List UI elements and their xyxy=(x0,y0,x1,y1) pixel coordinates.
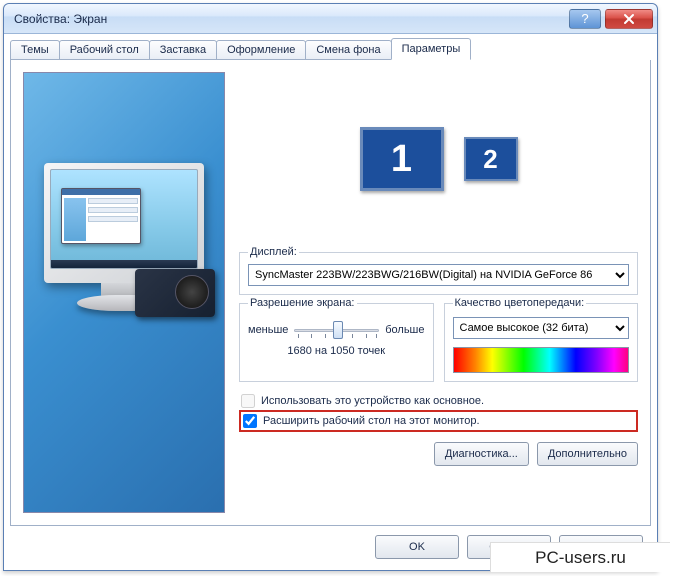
dialog-window: Свойства: Экран ? Темы Рабочий стол Заст… xyxy=(3,3,658,571)
color-quality-select[interactable]: Самое высокое (32 бита) xyxy=(453,317,630,339)
window-title: Свойства: Экран xyxy=(14,12,565,26)
monitor-1[interactable]: 1 xyxy=(360,127,444,191)
tab-settings[interactable]: Параметры xyxy=(391,38,472,60)
extend-desktop-label: Расширить рабочий стол на этот монитор. xyxy=(263,415,480,427)
use-as-primary-row[interactable]: Использовать это устройство как основное… xyxy=(239,392,638,410)
monitor-2[interactable]: 2 xyxy=(464,137,518,181)
ok-button[interactable]: OK xyxy=(375,535,459,559)
resolution-less-label: меньше xyxy=(248,324,288,336)
titlebar: Свойства: Экран ? xyxy=(4,4,657,34)
close-icon xyxy=(623,13,635,25)
settings-pane: 1 2 Дисплей: SyncMaster 223BW/223BWG/216… xyxy=(239,72,638,513)
display-group: Дисплей: SyncMaster 223BW/223BWG/216BW(D… xyxy=(239,246,638,295)
tab-themes[interactable]: Темы xyxy=(10,40,60,60)
gpu-card-icon xyxy=(135,269,215,317)
display-label: Дисплей: xyxy=(248,246,299,258)
advanced-button[interactable]: Дополнительно xyxy=(537,442,638,466)
use-as-primary-label: Использовать это устройство как основное… xyxy=(261,395,484,407)
resolution-slider[interactable] xyxy=(294,319,379,341)
extend-desktop-checkbox[interactable] xyxy=(243,414,257,428)
close-button[interactable] xyxy=(605,9,653,29)
tab-content: 1 2 Дисплей: SyncMaster 223BW/223BWG/216… xyxy=(10,60,651,526)
monitor-arrangement[interactable]: 1 2 xyxy=(239,72,638,246)
color-spectrum xyxy=(453,347,630,373)
watermark: PC-users.ru xyxy=(490,542,670,572)
tab-background[interactable]: Смена фона xyxy=(305,40,391,60)
checkbox-section: Использовать это устройство как основное… xyxy=(239,392,638,432)
resolution-group: Разрешение экрана: меньше xyxy=(239,297,434,382)
color-quality-group: Качество цветопередачи: Самое высокое (3… xyxy=(444,297,639,382)
tab-desktop[interactable]: Рабочий стол xyxy=(59,40,150,60)
extend-desktop-row[interactable]: Расширить рабочий стол на этот монитор. xyxy=(239,410,638,432)
quality-legend: Качество цветопередачи: xyxy=(453,297,587,309)
preview-pane xyxy=(23,72,225,513)
tab-appearance[interactable]: Оформление xyxy=(216,40,306,60)
monitor-illustration xyxy=(39,163,209,343)
resolution-legend: Разрешение экрана: xyxy=(248,297,357,309)
tab-screensaver[interactable]: Заставка xyxy=(149,40,217,60)
use-as-primary-checkbox[interactable] xyxy=(241,394,255,408)
display-select[interactable]: SyncMaster 223BW/223BWG/216BW(Digital) н… xyxy=(248,264,629,286)
tabstrip: Темы Рабочий стол Заставка Оформление См… xyxy=(4,34,657,60)
help-button[interactable]: ? xyxy=(569,9,601,29)
resolution-more-label: больше xyxy=(385,324,424,336)
diagnostics-button[interactable]: Диагностика... xyxy=(434,442,529,466)
resolution-value: 1680 на 1050 точек xyxy=(248,345,425,357)
